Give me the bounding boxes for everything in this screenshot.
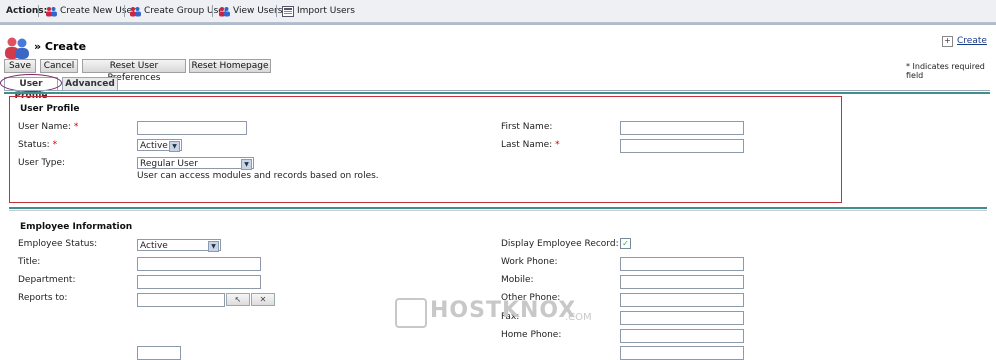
clear-reports-to-button[interactable]: ✕ [251, 293, 275, 306]
chevron-down-icon: ▼ [208, 241, 219, 252]
display-employee-record-label: Display Employee Record: [501, 239, 619, 249]
view-users-action[interactable]: View Users [218, 4, 282, 18]
display-employee-record-checkbox[interactable]: ✓ [620, 238, 631, 249]
panel-top-border [4, 92, 990, 94]
reset-homepage-button[interactable]: Reset Homepage [189, 59, 271, 73]
page-title: » Create [34, 40, 87, 53]
work-phone-input[interactable] [620, 257, 744, 271]
employee-info-section-title: Employee Information [20, 222, 133, 232]
title-label: Title: [18, 257, 41, 267]
user-name-label: User Name: * [18, 122, 78, 132]
status-label: Status: * [18, 140, 57, 150]
home-phone-label: Home Phone: [501, 330, 562, 340]
import-users-label: Import Users [297, 6, 355, 16]
section-divider [9, 207, 987, 209]
user-name-label-text: User Name: [18, 122, 71, 132]
partial-field[interactable] [620, 346, 744, 360]
checkmark-icon: ✓ [622, 239, 629, 248]
reports-to-label: Reports to: [18, 293, 68, 303]
user-type-select-value: Regular User [140, 159, 198, 169]
user-name-input[interactable] [137, 121, 247, 135]
partial-field[interactable] [137, 346, 181, 360]
plus-icon[interactable]: + [942, 36, 953, 47]
required-mark: * [52, 140, 58, 150]
required-field-note: * Indicates required field [906, 62, 985, 80]
view-users-label: View Users [233, 6, 283, 16]
header-divider [0, 23, 996, 25]
user-type-select[interactable]: Regular User ▼ [137, 157, 254, 170]
title-input[interactable] [137, 257, 261, 271]
close-icon: ✕ [259, 295, 267, 304]
home-phone-input[interactable] [620, 329, 744, 343]
user-type-help-text: User can access modules and records base… [137, 171, 379, 181]
divider [124, 5, 125, 17]
select-reports-to-button[interactable]: ↖ [226, 293, 250, 306]
mobile-input[interactable] [620, 275, 744, 289]
import-users-action[interactable]: Import Users [282, 4, 355, 18]
last-name-input[interactable] [620, 139, 744, 153]
cancel-button[interactable]: Cancel [40, 59, 78, 73]
users-icon [46, 6, 57, 16]
actions-label: Actions: [6, 6, 48, 16]
divider [212, 5, 213, 17]
users-module-icon [5, 37, 29, 59]
status-label-text: Status: [18, 140, 50, 150]
tab-underline [4, 90, 990, 91]
work-phone-label: Work Phone: [501, 257, 558, 267]
chevron-down-icon: ▼ [169, 141, 180, 152]
divider [276, 5, 277, 17]
department-label: Department: [18, 275, 76, 285]
save-button[interactable]: Save [4, 59, 36, 73]
chevron-down-icon: ▼ [241, 159, 252, 170]
users-icon [219, 6, 230, 16]
watermark-logo-icon [395, 298, 427, 328]
create-link[interactable]: Create [957, 36, 987, 46]
divider [38, 5, 39, 17]
user-profile-section-title: User Profile [20, 104, 80, 114]
users-icon [130, 6, 141, 16]
reset-user-preferences-button[interactable]: Reset User Preferences [82, 59, 186, 83]
last-name-label: Last Name: * [501, 140, 560, 150]
employee-status-value: Active [140, 241, 168, 251]
tab-advanced[interactable]: Advanced [62, 77, 118, 90]
mobile-label: Mobile: [501, 275, 534, 285]
other-phone-input[interactable] [620, 293, 744, 307]
import-icon [282, 5, 294, 17]
reports-to-input[interactable] [137, 293, 225, 307]
fax-input[interactable] [620, 311, 744, 325]
required-mark: * [555, 140, 560, 150]
watermark-suffix: .COM [565, 312, 592, 323]
create-new-user-action[interactable]: Create New User [45, 4, 136, 18]
required-mark: * [73, 122, 79, 132]
first-name-label: First Name: [501, 122, 553, 132]
status-select-value: Active [140, 141, 168, 151]
last-name-label-text: Last Name: [501, 140, 553, 150]
cursor-arrow-icon: ↖ [234, 295, 242, 304]
section-divider-shadow [9, 210, 987, 211]
first-name-input[interactable] [620, 121, 744, 135]
status-select[interactable]: Active ▼ [137, 139, 182, 152]
employee-status-label: Employee Status: [18, 239, 98, 249]
create-group-user-label: Create Group User [144, 6, 228, 16]
department-input[interactable] [137, 275, 261, 289]
watermark-text: HOSTKNOX [430, 298, 577, 323]
user-type-label: User Type: [18, 158, 66, 168]
employee-status-select[interactable]: Active ▼ [137, 239, 221, 252]
